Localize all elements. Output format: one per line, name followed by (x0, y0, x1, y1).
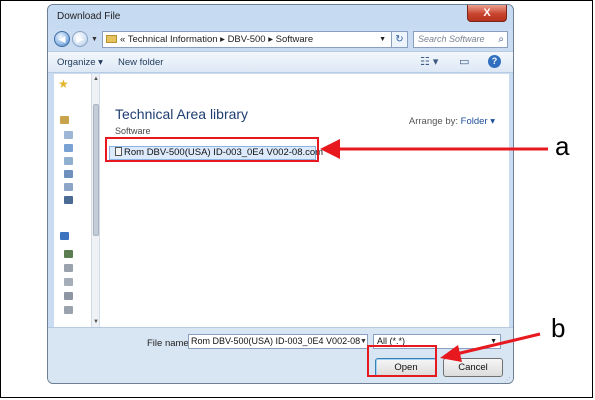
callout-label-b: b (551, 313, 566, 343)
arrowhead-b (440, 345, 462, 362)
arrowhead-a (320, 139, 340, 159)
callout-arrows (320, 139, 548, 362)
callout-label-a: a (555, 131, 570, 161)
arrow-b (447, 332, 541, 358)
